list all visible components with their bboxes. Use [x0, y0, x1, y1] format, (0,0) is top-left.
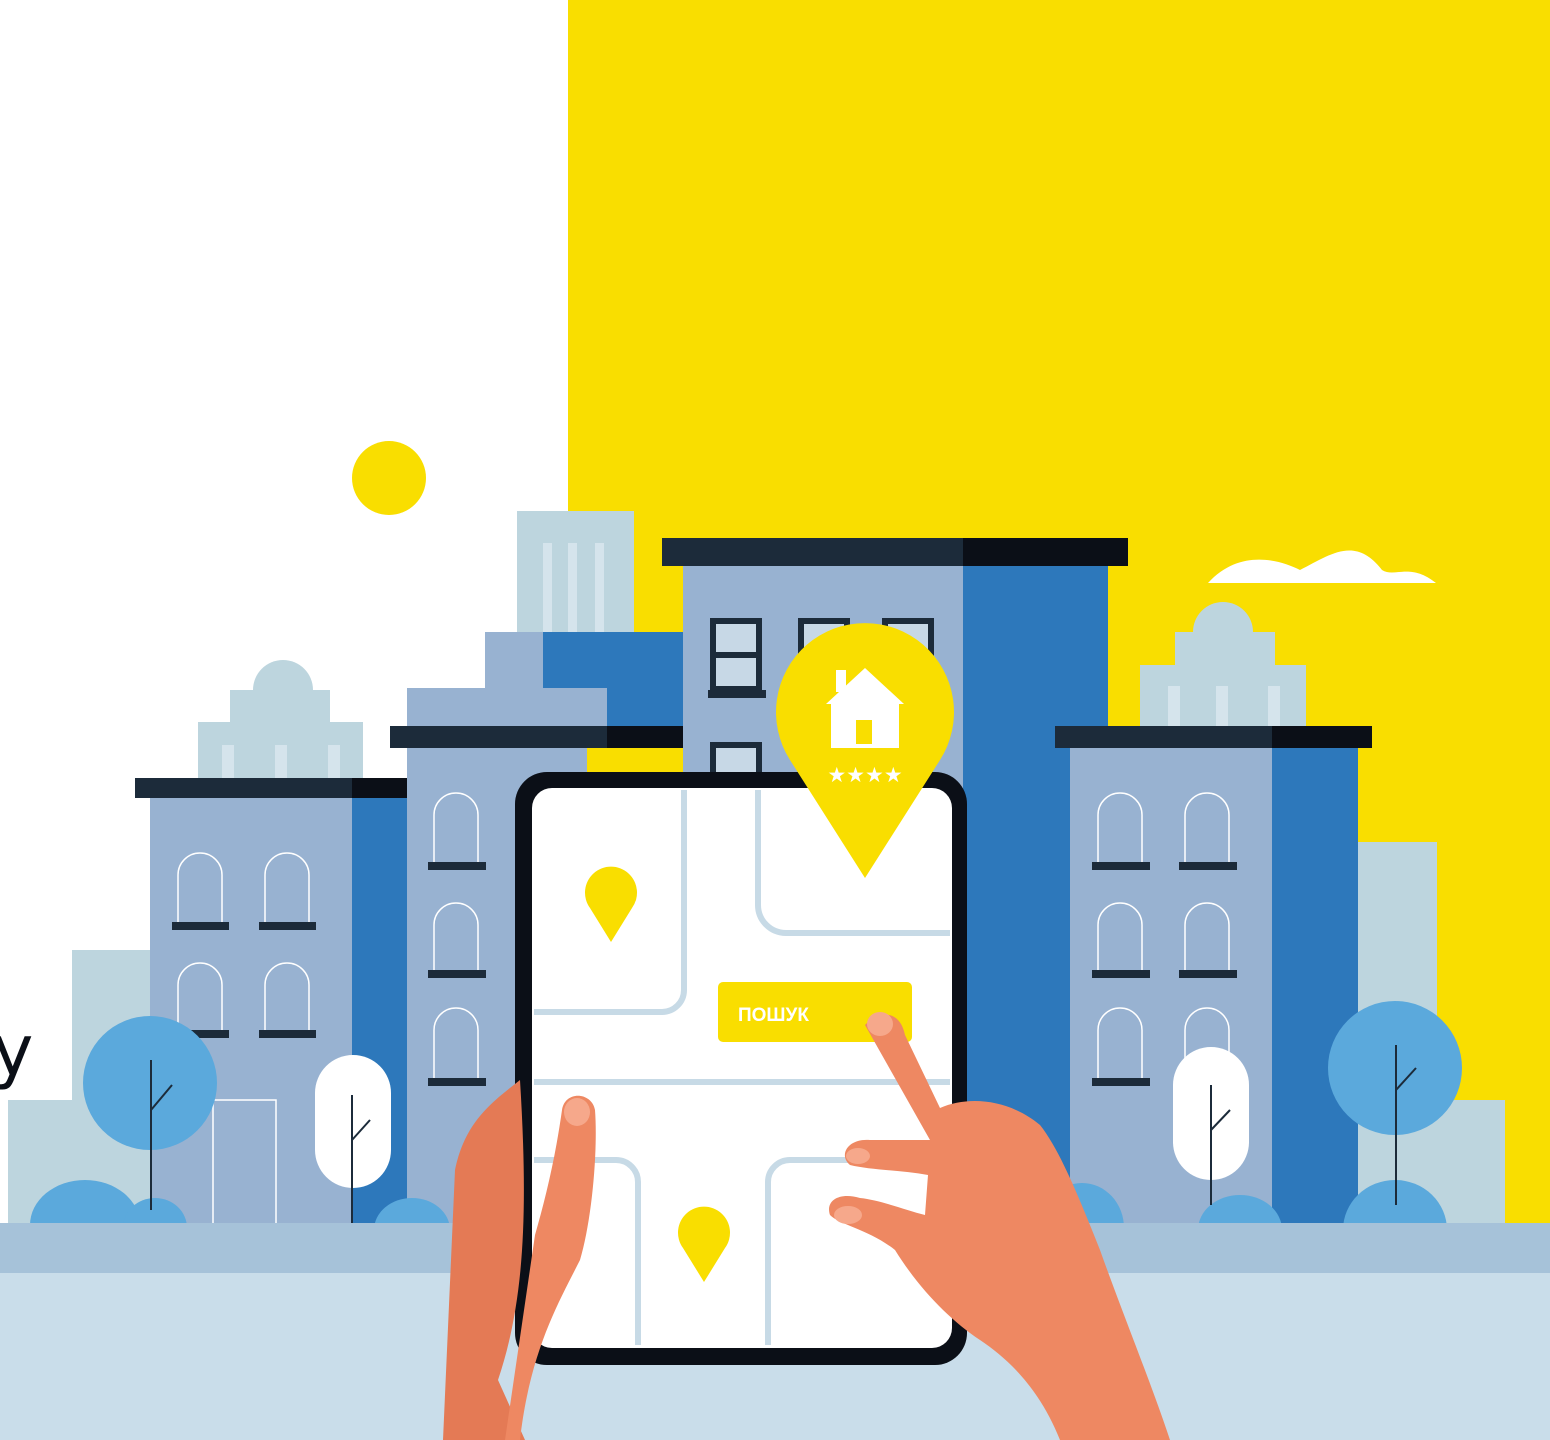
illustration: ПОШУК ★★★★ у: [0, 0, 1550, 1440]
sun: [352, 441, 426, 515]
search-button-label: ПОШУК: [738, 1005, 809, 1026]
edge-text-fragment: у: [0, 1010, 33, 1092]
rating-stars: ★★★★: [827, 763, 902, 787]
